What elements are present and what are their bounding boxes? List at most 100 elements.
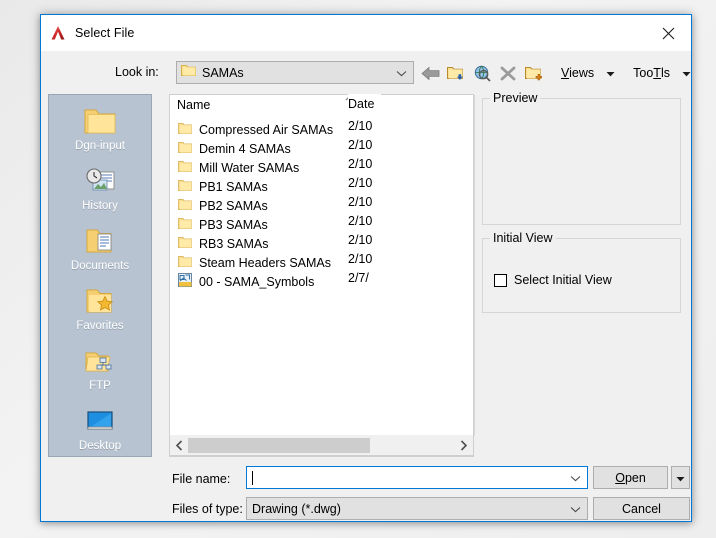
desktop-monitor-icon — [84, 404, 116, 438]
sidebar-item-desktop[interactable]: Desktop — [49, 404, 151, 464]
list-item[interactable]: PB3 SAMAs — [170, 215, 473, 234]
preview-legend: Preview — [490, 91, 541, 105]
lookin-value: SAMAs — [202, 65, 244, 80]
file-name: PB2 SAMAs — [199, 198, 268, 213]
checkbox-icon[interactable] — [494, 273, 507, 287]
list-item[interactable]: Demin 4 SAMAs — [170, 139, 473, 158]
folder-icon — [178, 236, 192, 252]
chevron-down-icon — [396, 64, 407, 82]
text-caret — [252, 470, 253, 485]
file-name: 00 - SAMA_Symbols — [199, 274, 315, 289]
tools-label-pre: Too — [633, 66, 654, 80]
files-of-type-label: Files of type: — [172, 502, 243, 516]
cancel-label: Cancel — [622, 501, 661, 516]
file-list-horizontal-scrollbar[interactable] — [169, 435, 474, 456]
column-header-date[interactable]: Date — [348, 94, 381, 116]
open-label-rest: pen — [624, 470, 646, 485]
file-date: 2/10 — [348, 194, 373, 209]
list-item[interactable]: RB3 SAMAs — [170, 234, 473, 253]
list-item[interactable]: PB1 SAMAs — [170, 177, 473, 196]
views-label-rest: iews — [569, 66, 595, 80]
select-file-dialog: Select File Look in: SAMAs Views TooTls … — [40, 14, 692, 522]
search-web-icon[interactable] — [469, 61, 495, 85]
sidebar-item-documents[interactable]: Documents — [49, 224, 151, 284]
folder-icon — [181, 64, 196, 82]
back-arrow-icon[interactable] — [417, 61, 443, 85]
tools-menu-button[interactable]: TooTls — [631, 61, 693, 85]
sidebar-item-label: FTP — [89, 380, 111, 392]
sidebar-item-label: Desktop — [78, 440, 122, 452]
file-name: Demin 4 SAMAs — [199, 141, 291, 156]
file-name-input[interactable] — [246, 466, 588, 489]
open-accel: O — [615, 470, 625, 485]
file-date: 2/10 — [348, 175, 373, 190]
new-folder-icon[interactable] — [521, 61, 547, 85]
lookin-row: Look in: SAMAs Views TooTls — [41, 61, 691, 85]
lookin-label: Look in: — [115, 65, 159, 79]
dropdown-arrow-icon — [676, 471, 685, 485]
places-bar: Dgn-input History Documents Favorites FT… — [48, 94, 152, 457]
column-separator — [474, 95, 475, 436]
close-icon[interactable] — [646, 15, 691, 51]
open-button[interactable]: Open — [593, 466, 668, 489]
views-accel: V — [561, 66, 570, 80]
scrollbar-thumb[interactable] — [188, 438, 370, 453]
folder-icon — [178, 179, 192, 195]
lookin-combobox[interactable]: SAMAs — [176, 61, 414, 84]
folder-icon — [178, 217, 192, 233]
file-name: PB3 SAMAs — [199, 217, 268, 232]
chevron-down-icon[interactable] — [570, 469, 581, 487]
file-name: Mill Water SAMAs — [199, 160, 300, 175]
file-date: 2/10 — [348, 232, 373, 247]
dropdown-arrow-icon — [682, 66, 691, 80]
sidebar-item-label: Dgn-input — [75, 140, 125, 152]
list-item[interactable]: PB2 SAMAs — [170, 196, 473, 215]
folder-icon — [178, 255, 192, 271]
scroll-left-icon[interactable] — [171, 435, 188, 455]
file-date: 2/7/ — [348, 270, 369, 285]
documents-folder-icon — [84, 224, 116, 258]
sidebar-item-ftp[interactable]: FTP — [49, 344, 151, 404]
list-item[interactable]: Compressed Air SAMAs — [170, 120, 473, 139]
file-name: RB3 SAMAs — [199, 236, 269, 251]
file-list-header: Name — [170, 95, 473, 118]
initial-view-legend: Initial View — [490, 231, 556, 245]
files-of-type-combobox[interactable]: Drawing (*.dwg) — [246, 497, 588, 520]
up-one-level-folder-icon[interactable] — [443, 61, 469, 85]
window-title: Select File — [75, 26, 135, 40]
chevron-down-icon — [570, 500, 581, 518]
sidebar-item-label: Documents — [70, 260, 130, 272]
list-item[interactable]: Steam Headers SAMAs — [170, 253, 473, 272]
file-date: 2/10 — [348, 137, 373, 152]
files-of-type-value: Drawing (*.dwg) — [252, 501, 341, 516]
sidebar-item-label: Favorites — [76, 320, 124, 332]
folder-icon — [178, 160, 192, 176]
dwg-drawing-file-icon — [178, 273, 192, 290]
file-list-date-column: Date 2/10 2/10 2/10 2/10 2/10 2/10 2/10 … — [348, 94, 381, 435]
open-dropdown-button[interactable] — [671, 466, 690, 489]
history-clock-icon — [84, 164, 116, 198]
folder-icon — [84, 104, 116, 138]
file-date: 2/10 — [348, 156, 373, 171]
preview-area — [483, 99, 680, 224]
dropdown-arrow-icon — [606, 66, 615, 80]
file-date: 2/10 — [348, 118, 373, 133]
sidebar-item-dgn-input[interactable]: Dgn-input — [49, 104, 151, 164]
sidebar-item-favorites[interactable]: Favorites — [49, 284, 151, 344]
cancel-button[interactable]: Cancel — [593, 497, 690, 520]
folder-icon — [178, 141, 192, 157]
delete-x-icon[interactable] — [495, 61, 521, 85]
sidebar-item-history[interactable]: History — [49, 164, 151, 224]
select-initial-view-checkbox-row[interactable]: Select Initial View — [494, 273, 612, 287]
tools-accel: T — [653, 66, 661, 80]
scroll-right-icon[interactable] — [455, 435, 472, 455]
file-name: PB1 SAMAs — [199, 179, 268, 194]
column-header-name[interactable]: Name — [177, 98, 210, 112]
file-name-label: File name: — [172, 472, 231, 486]
ftp-network-folder-icon — [84, 344, 116, 378]
list-item[interactable]: 00 - SAMA_Symbols — [170, 272, 473, 291]
views-menu-button[interactable]: Views — [559, 61, 617, 85]
file-list-panel[interactable]: Name Compressed Air SAMAs Demin 4 SAMAs … — [169, 94, 475, 457]
list-item[interactable]: Mill Water SAMAs — [170, 158, 473, 177]
file-date: 2/10 — [348, 213, 373, 228]
